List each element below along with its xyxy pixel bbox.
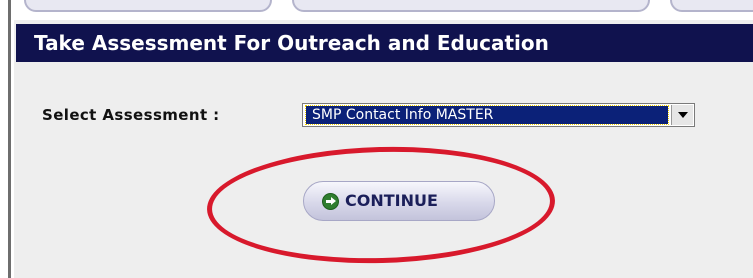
assessment-select[interactable]: SMP Contact Info MASTER bbox=[302, 103, 695, 127]
select-assessment-label: Select Assessment : bbox=[42, 106, 220, 124]
chevron-down-icon[interactable] bbox=[671, 105, 693, 125]
assessment-select-value[interactable]: SMP Contact Info MASTER bbox=[305, 105, 669, 125]
top-tab-2[interactable] bbox=[292, 0, 650, 12]
top-tab-1[interactable] bbox=[24, 0, 272, 12]
top-tab-3[interactable] bbox=[670, 0, 753, 12]
top-tab-strip bbox=[14, 0, 753, 20]
page-margin bbox=[0, 0, 8, 278]
page-title: Take Assessment For Outreach and Educati… bbox=[16, 24, 753, 62]
left-divider bbox=[8, 0, 11, 278]
